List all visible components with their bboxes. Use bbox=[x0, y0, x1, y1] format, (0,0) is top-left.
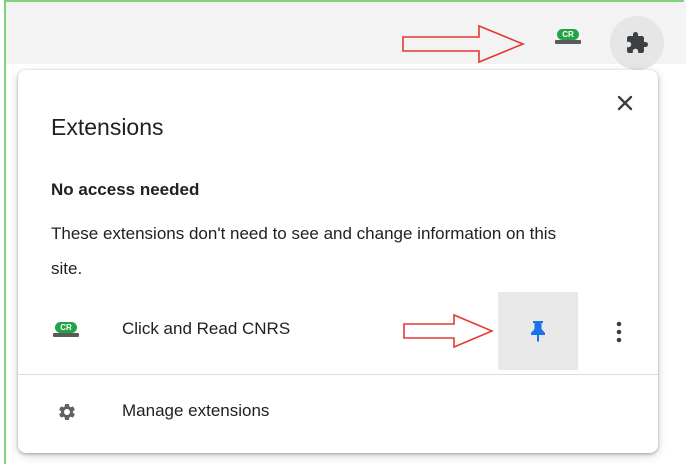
browser-toolbar: CR bbox=[6, 2, 686, 70]
more-actions-button[interactable] bbox=[603, 316, 635, 348]
red-arrow-icon bbox=[402, 24, 526, 64]
red-arrow-icon bbox=[403, 313, 494, 349]
manage-extensions-link[interactable]: Manage extensions bbox=[122, 401, 269, 421]
puzzle-icon bbox=[627, 32, 648, 53]
extension-badge-text: CR bbox=[557, 29, 579, 40]
more-vert-icon bbox=[616, 321, 622, 343]
click-and-read-icon: CR bbox=[53, 322, 79, 338]
close-button[interactable] bbox=[608, 86, 642, 120]
extension-row[interactable]: CR Click and Read CNRS bbox=[18, 292, 658, 370]
click-and-read-icon[interactable]: CR bbox=[555, 29, 581, 45]
extension-name[interactable]: Click and Read CNRS bbox=[122, 319, 290, 339]
extensions-button[interactable] bbox=[610, 16, 664, 70]
extensions-popup: Extensions No access needed These extens… bbox=[18, 70, 658, 453]
divider bbox=[18, 374, 658, 375]
pin-button[interactable] bbox=[498, 292, 578, 370]
section-heading: No access needed bbox=[51, 180, 200, 199]
pin-icon bbox=[531, 321, 545, 342]
section-description: These extensions don't need to see and c… bbox=[51, 224, 557, 278]
extension-badge-text: CR bbox=[55, 322, 77, 333]
popup-title: Extensions bbox=[51, 114, 164, 140]
gear-icon bbox=[59, 404, 75, 420]
close-icon bbox=[617, 95, 633, 111]
manage-extensions-row[interactable]: Manage extensions bbox=[18, 376, 658, 448]
